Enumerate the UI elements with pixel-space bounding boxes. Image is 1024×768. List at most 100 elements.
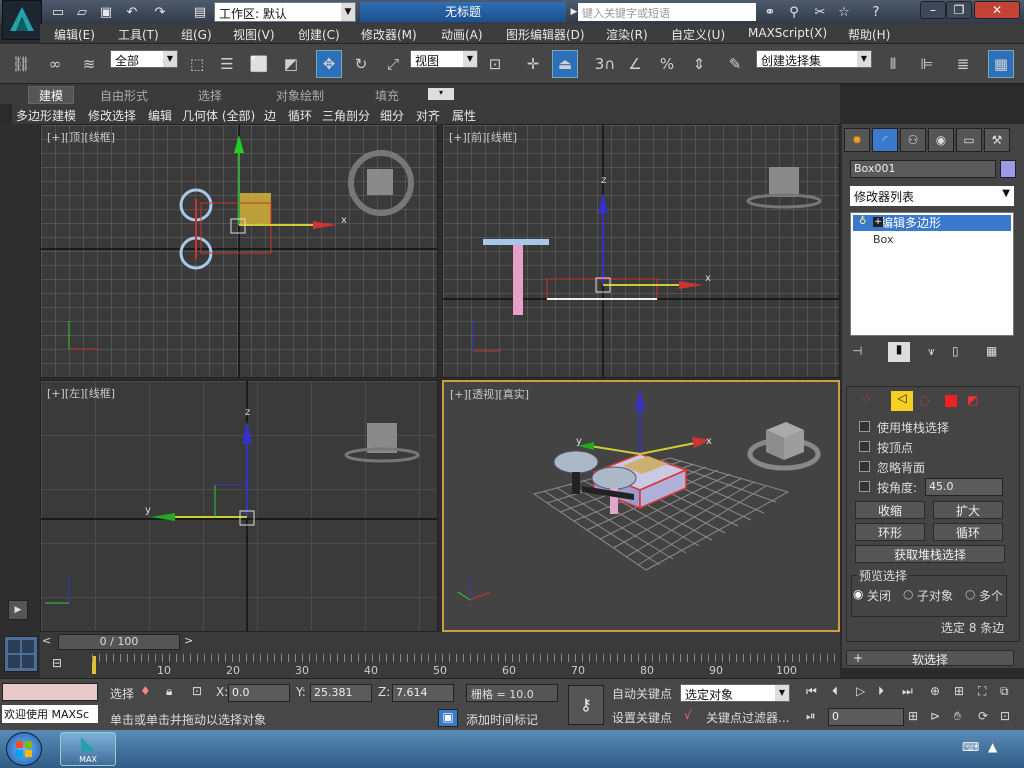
ribbon-subdivision[interactable]: 细分: [380, 107, 404, 124]
ribbon-toggle-icon[interactable]: ▾: [428, 88, 454, 100]
pan-hand-icon[interactable]: ✋︎: [954, 709, 961, 724]
hierarchy-tab-icon[interactable]: ⚇: [900, 128, 926, 152]
object-name-field[interactable]: Box001: [850, 160, 996, 178]
shrink-button[interactable]: 收缩: [855, 501, 925, 519]
maxscript-mini-listener[interactable]: 欢迎使用 MAXSc: [2, 705, 98, 723]
modifier-stack[interactable]: 编辑多边形 ♁ + Box: [850, 212, 1014, 336]
motion-tab-icon[interactable]: ◉: [928, 128, 954, 152]
ribbon-geometry-all[interactable]: 几何体 (全部): [182, 107, 255, 124]
perspective-viewport-label[interactable]: [+][透视][真实]: [450, 386, 529, 402]
new-file-icon[interactable]: ▭: [48, 3, 68, 21]
ribbon-loops[interactable]: 循环: [288, 107, 312, 124]
create-tab-icon[interactable]: ✹: [844, 128, 870, 152]
ribbon-modify-selection[interactable]: 修改选择: [88, 107, 136, 124]
tab-object-paint[interactable]: 对象绘制: [276, 87, 324, 104]
add-time-tag-label[interactable]: 添加时间标记: [466, 711, 538, 728]
menu-customize[interactable]: 自定义(U): [671, 26, 725, 43]
bind-spacewarp-icon[interactable]: ≋: [76, 50, 102, 78]
tab-modeling[interactable]: 建模: [28, 86, 75, 104]
by-vertex-checkbox[interactable]: [859, 441, 870, 452]
percent-snap-icon[interactable]: %: [654, 50, 680, 78]
zoom-icon[interactable]: ⊕: [930, 684, 940, 698]
go-to-start-icon[interactable]: ⏮: [806, 684, 817, 699]
preview-multi-radio[interactable]: ○: [965, 587, 975, 601]
viewport-layout-icon[interactable]: [4, 636, 38, 672]
select-object-icon[interactable]: ⬚: [184, 50, 210, 78]
time-tag-icon[interactable]: ▣: [438, 709, 458, 727]
angle-snap-icon[interactable]: ∠: [622, 50, 648, 78]
tools-icon[interactable]: ✂: [810, 3, 830, 21]
taskbar-max-app[interactable]: ◣ MAX: [60, 732, 116, 766]
scene-explorer-icon[interactable]: ▦: [988, 50, 1014, 78]
menu-create[interactable]: 创建(C): [298, 26, 340, 43]
set-key-button[interactable]: 设置关键点: [612, 709, 672, 726]
ribbon-edges[interactable]: 边: [264, 107, 276, 124]
pin-stack-icon[interactable]: ⊣: [852, 344, 862, 358]
key-filter-icon[interactable]: √: [684, 708, 692, 722]
snaps-toggle-icon[interactable]: 3 ∩: [592, 50, 618, 78]
viewport-perspective[interactable]: x y [+][透视][真实]: [442, 380, 840, 632]
time-prev-icon[interactable]: <: [42, 634, 56, 650]
modifier-list-dropdown[interactable]: 修改器列表 ▼: [850, 186, 1014, 206]
layer-manager-icon[interactable]: ≣: [950, 50, 976, 78]
maxscript-listener-pink[interactable]: [2, 683, 98, 701]
set-key-icon[interactable]: ⚷: [568, 685, 604, 725]
link-icon[interactable]: ⛓: [8, 50, 34, 78]
named-selection-dropdown[interactable]: 创建选择集 ▼: [756, 50, 872, 68]
menu-group[interactable]: 组(G): [181, 26, 212, 43]
ribbon-properties[interactable]: 属性: [452, 107, 476, 124]
maximize-button[interactable]: ❐: [946, 1, 972, 19]
viewport-left[interactable]: y z [+][左][线框]: [40, 380, 438, 632]
field-of-view-icon[interactable]: ⊳: [930, 709, 940, 723]
project-folder-icon[interactable]: ▤: [190, 3, 210, 21]
menu-tools[interactable]: 工具(T): [118, 26, 159, 43]
align-icon[interactable]: ⊫: [914, 50, 940, 78]
auto-key-button[interactable]: 自动关键点: [612, 685, 672, 702]
tab-populate[interactable]: 填充: [375, 87, 399, 104]
zoom-extents-all-icon[interactable]: ⧉: [1000, 684, 1009, 699]
modify-tab-icon[interactable]: ◜: [872, 128, 898, 152]
display-tab-icon[interactable]: ▭: [956, 128, 982, 152]
tab-freeform[interactable]: 自由形式: [100, 87, 148, 104]
time-slider[interactable]: 0 / 100: [58, 634, 180, 650]
play-icon[interactable]: ▷: [856, 684, 865, 698]
time-next-icon[interactable]: >: [184, 634, 198, 650]
get-stack-selection-button[interactable]: 获取堆栈选择: [855, 545, 1005, 563]
soft-selection-rollout[interactable]: + 软选择: [846, 650, 1014, 667]
edge-mode-icon[interactable]: ◁: [891, 391, 913, 411]
select-manipulate-icon[interactable]: ✛: [520, 50, 546, 78]
keyboard-shortcut-override-icon[interactable]: ⏏: [552, 50, 578, 78]
selection-filter-dropdown[interactable]: 全部 ▼: [110, 50, 178, 68]
start-button[interactable]: [6, 732, 42, 766]
curve-editor-icon[interactable]: ⊟: [52, 656, 74, 672]
left-viewport-label[interactable]: [+][左][线框]: [47, 385, 115, 401]
ribbon-poly-modeling[interactable]: 多边形建模: [16, 107, 76, 124]
select-move-icon[interactable]: ✥: [316, 50, 342, 78]
rect-selection-icon[interactable]: ⬜: [246, 50, 272, 78]
viewport-front[interactable]: x z [+][前][线框]: [442, 124, 840, 378]
menu-rendering[interactable]: 渲染(R): [606, 26, 648, 43]
expand-plus-icon[interactable]: +: [873, 217, 883, 227]
previous-frame-icon[interactable]: ⏴: [832, 684, 838, 699]
zoom-all-icon[interactable]: ⊞: [954, 684, 964, 698]
edit-named-selection-icon[interactable]: ✎: [722, 50, 748, 78]
play-expand-icon[interactable]: ▶: [8, 600, 28, 620]
x-coordinate-field[interactable]: 0.0: [228, 684, 290, 702]
close-button[interactable]: ✕: [974, 1, 1020, 19]
minimize-button[interactable]: –: [920, 1, 946, 19]
ignore-backfacing-checkbox[interactable]: [859, 461, 870, 472]
keyboard-tray-icon[interactable]: ⌨: [962, 740, 979, 754]
mirror-icon[interactable]: ⫴: [880, 50, 906, 78]
key-filters-button[interactable]: 关键点过滤器...: [706, 709, 789, 726]
by-angle-checkbox[interactable]: [859, 481, 870, 492]
use-stack-selection-checkbox[interactable]: [859, 421, 870, 432]
reference-coordinate-dropdown[interactable]: 视图 ▼: [410, 50, 478, 68]
stack-item-box[interactable]: Box: [873, 233, 893, 246]
track-bar[interactable]: ⊟ 10 20 30 40 50 60 70 80 90 100: [40, 652, 840, 678]
top-viewport-label[interactable]: [+][顶][线框]: [47, 129, 115, 145]
select-by-name-icon[interactable]: ☰: [214, 50, 240, 78]
key-mode-dropdown[interactable]: 选定对象 ▼: [680, 684, 790, 702]
preview-off-radio[interactable]: ◉: [853, 587, 863, 601]
search-input[interactable]: 键入关键字或短语: [578, 3, 756, 21]
menu-view[interactable]: 视图(V): [233, 26, 275, 43]
